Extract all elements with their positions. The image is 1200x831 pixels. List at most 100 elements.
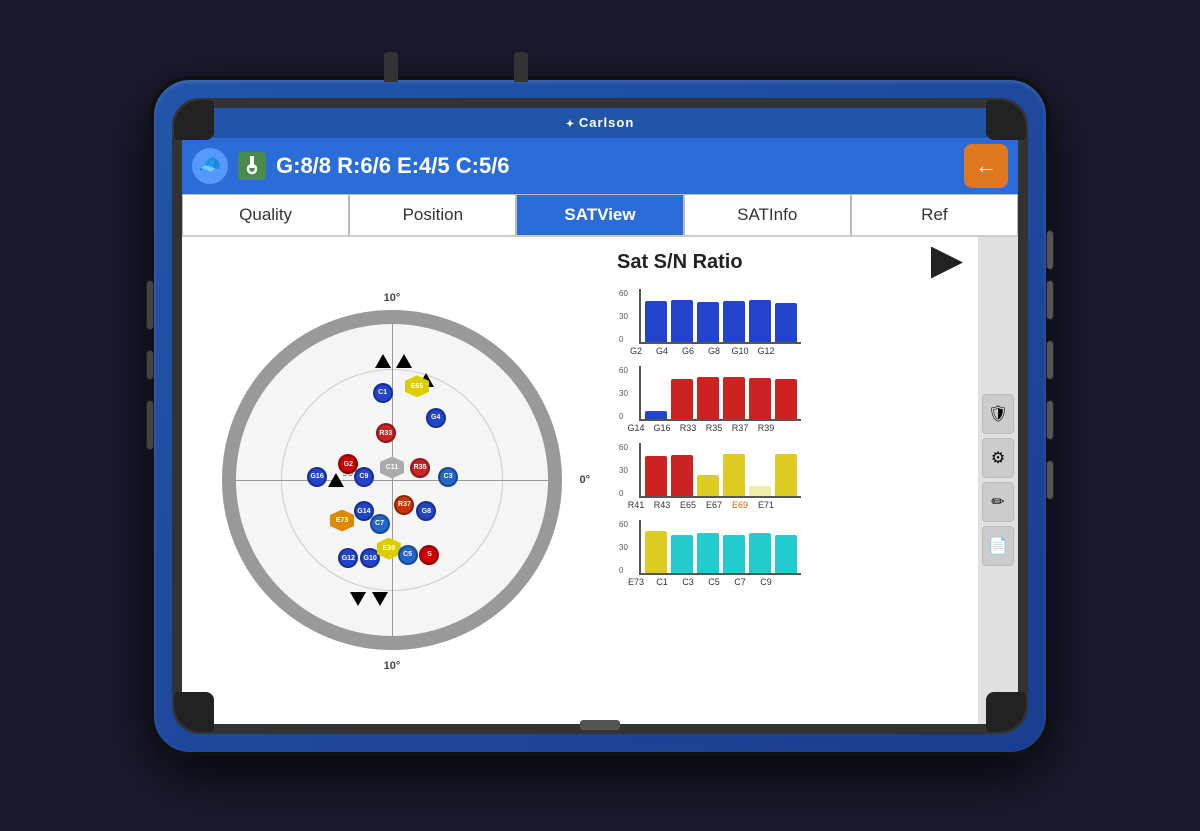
bar-C1 bbox=[671, 535, 693, 573]
arrow-n2 bbox=[396, 354, 412, 368]
bar-C3 bbox=[697, 533, 719, 573]
bar-labels-1: G2 G4 G6 G8 G10 G12 bbox=[621, 344, 963, 358]
sat-C5: C5 bbox=[398, 545, 418, 565]
bar-labels-4: E73 C1 C3 C5 C7 C9 bbox=[621, 575, 963, 589]
right-button-1[interactable] bbox=[1046, 230, 1054, 270]
sat-G12: G12 bbox=[338, 548, 358, 568]
deg-right-label: 0° bbox=[579, 474, 590, 486]
bar-chart-2 bbox=[639, 366, 801, 421]
sat-R33: R33 bbox=[376, 423, 396, 443]
bar-E69 bbox=[749, 486, 771, 495]
bumper-bl bbox=[174, 692, 214, 732]
arrow-s2 bbox=[372, 592, 388, 606]
snr-panel: Sat S/N Ratio 60 30 0 bbox=[602, 237, 978, 724]
bar-C7 bbox=[749, 533, 771, 573]
sat-C9: C9 bbox=[354, 467, 374, 487]
bar-E71 bbox=[775, 454, 797, 496]
bar-G10 bbox=[749, 300, 771, 342]
sat-C11: C11 bbox=[380, 457, 404, 479]
bar-G12 bbox=[775, 303, 797, 341]
y-axis-3: 60 30 0 bbox=[619, 443, 628, 498]
shield-button[interactable]: 🛡 bbox=[982, 394, 1014, 434]
carlson-logo: Carlson bbox=[566, 115, 635, 130]
bar-R41 bbox=[645, 456, 667, 496]
bar-E67 bbox=[723, 454, 745, 496]
right-icon-panel: 🛡 ⚙ ✏ 📄 bbox=[978, 237, 1018, 724]
main-content: 90° C1 E65 bbox=[182, 237, 1018, 724]
sat-C7: C7 bbox=[370, 514, 390, 534]
right-button-2[interactable] bbox=[1046, 280, 1054, 320]
bar-chart-3 bbox=[639, 443, 801, 498]
bar-chart-1 bbox=[639, 289, 801, 344]
tab-position[interactable]: Position bbox=[349, 194, 516, 235]
sat-S: S bbox=[419, 545, 439, 565]
chart-group-1: 60 30 0 bbox=[639, 289, 963, 344]
antenna-right bbox=[514, 52, 528, 82]
bar-G8 bbox=[723, 301, 745, 342]
bar-G14 bbox=[645, 411, 667, 419]
snr-group-1: 60 30 0 bbox=[617, 289, 963, 358]
back-button[interactable]: ← bbox=[964, 144, 1008, 188]
tab-ref[interactable]: Ref bbox=[851, 194, 1018, 235]
sat-E73: E73 bbox=[330, 510, 354, 532]
tab-bar: Quality Position SATView SATInfo Ref bbox=[182, 194, 1018, 237]
sat-G4: G4 bbox=[426, 408, 446, 428]
antenna-left bbox=[384, 52, 398, 82]
screen: Carlson 🧢 G:8/8 R:6/6 E:4/5 C:5/6 ← Qual… bbox=[182, 108, 1018, 724]
left-button-1[interactable] bbox=[146, 280, 154, 330]
bar-G6 bbox=[697, 302, 719, 342]
right-button-4[interactable] bbox=[1046, 400, 1054, 440]
bar-E73 bbox=[645, 531, 667, 573]
sat-C1: C1 bbox=[373, 383, 393, 403]
chart-group-3: 60 30 0 bbox=[639, 443, 963, 498]
snr-group-2: 60 30 0 bbox=[617, 366, 963, 435]
left-button-3[interactable] bbox=[146, 400, 154, 450]
arrow-w1 bbox=[328, 473, 344, 487]
document-button[interactable]: 📄 bbox=[982, 526, 1014, 566]
bumper-tl bbox=[174, 100, 214, 140]
device: Carlson 🧢 G:8/8 R:6/6 E:4/5 C:5/6 ← Qual… bbox=[150, 76, 1050, 756]
y-axis-1: 60 30 0 bbox=[619, 289, 628, 344]
tab-satinfo[interactable]: SATInfo bbox=[684, 194, 851, 235]
bar-G4 bbox=[671, 300, 693, 342]
bar-R39 bbox=[775, 379, 797, 419]
bar-R43 bbox=[671, 455, 693, 496]
bottom-port bbox=[580, 720, 620, 724]
edit-button[interactable]: ✏ bbox=[982, 482, 1014, 522]
y-axis-2: 60 30 0 bbox=[619, 366, 628, 421]
arrow-s1 bbox=[350, 592, 366, 606]
play-button[interactable] bbox=[931, 247, 963, 279]
gear-button[interactable]: ⚙ bbox=[982, 438, 1014, 478]
tab-quality[interactable]: Quality bbox=[182, 194, 349, 235]
gps-icon: 🧢 bbox=[192, 148, 228, 184]
left-button-2[interactable] bbox=[146, 350, 154, 380]
bar-R33 bbox=[697, 377, 719, 419]
bar-labels-3: R41 R43 E65 E67 E69 E71 bbox=[621, 498, 963, 512]
snr-title: Sat S/N Ratio bbox=[617, 251, 743, 274]
crosshair-vertical bbox=[392, 324, 393, 636]
right-button-5[interactable] bbox=[1046, 460, 1054, 500]
chart-group-2: 60 30 0 bbox=[639, 366, 963, 421]
bar-R37 bbox=[749, 378, 771, 419]
arrow-n1 bbox=[375, 354, 391, 368]
snr-header: Sat S/N Ratio bbox=[617, 247, 963, 279]
filter-svg bbox=[244, 156, 260, 176]
device-inner: Carlson 🧢 G:8/8 R:6/6 E:4/5 C:5/6 ← Qual… bbox=[172, 98, 1028, 734]
sat-G8: G8 bbox=[416, 501, 436, 521]
bar-G2 bbox=[645, 301, 667, 342]
deg-bottom-label: 10° bbox=[384, 660, 401, 672]
chart-group-4: 60 30 0 bbox=[639, 520, 963, 575]
bar-R35 bbox=[723, 377, 745, 419]
bar-chart-4 bbox=[639, 520, 801, 575]
bar-labels-2: G14 G16 R33 R35 R37 R39 bbox=[621, 421, 963, 435]
right-button-3[interactable] bbox=[1046, 340, 1054, 380]
tab-satview[interactable]: SATView bbox=[516, 194, 683, 235]
bumper-tr bbox=[986, 100, 1026, 140]
bar-G16 bbox=[671, 379, 693, 419]
sat-G16: G16 bbox=[307, 467, 327, 487]
bar-C5 bbox=[723, 535, 745, 573]
bumper-br bbox=[986, 692, 1026, 732]
gps-header: 🧢 G:8/8 R:6/6 E:4/5 C:5/6 ← bbox=[182, 138, 1018, 194]
bar-C9 bbox=[775, 535, 797, 573]
deg-top-label: 10° bbox=[384, 292, 401, 304]
